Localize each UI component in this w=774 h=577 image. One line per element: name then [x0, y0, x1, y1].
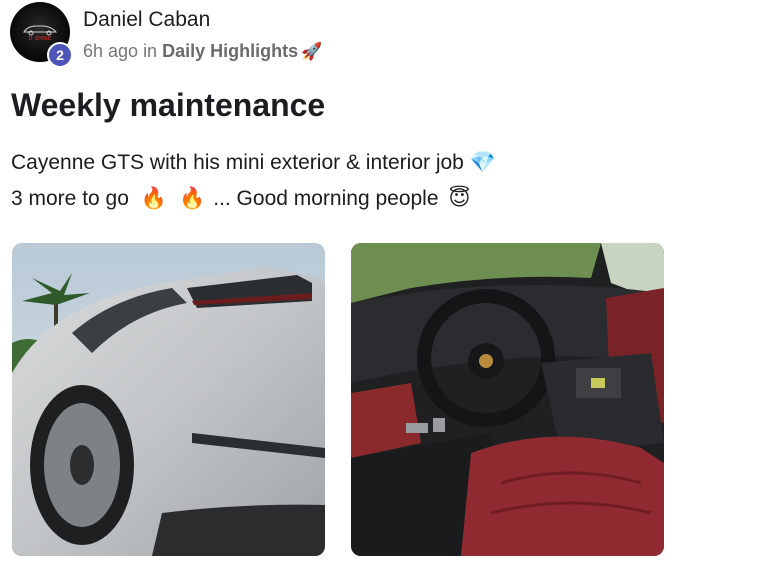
- body-text-1: Cayenne GTS with his mini exterior & int…: [11, 151, 464, 174]
- category-link[interactable]: Daily Highlights: [162, 41, 298, 62]
- post-title[interactable]: Weekly maintenance: [11, 87, 325, 124]
- fire-icon: 🔥: [179, 186, 206, 210]
- car-interior-image: [351, 243, 664, 556]
- fire-icon: 🔥: [140, 186, 168, 210]
- post-time[interactable]: 6h ago: [83, 41, 138, 62]
- smiling-face-icon: 😇: [448, 187, 471, 210]
- gem-icon: 💎: [469, 151, 496, 174]
- car-logo-icon: [23, 25, 58, 36]
- author-avatar[interactable]: D SHINE 2: [10, 2, 73, 68]
- post-body-line-2: 3 more to go 🔥 🔥 ... Good morning people…: [11, 186, 470, 211]
- post-image-1[interactable]: [12, 243, 325, 556]
- post-image-2[interactable]: [351, 243, 664, 556]
- level-badge: 2: [47, 42, 73, 68]
- logo-text: D SHINE: [28, 36, 52, 42]
- author-name[interactable]: Daniel Caban: [83, 8, 210, 32]
- body-text-2a: 3 more to go: [11, 186, 129, 210]
- car-exterior-image: [12, 243, 325, 556]
- meta-in-word: in: [143, 41, 158, 61]
- body-text-2b: ... Good morning people: [213, 186, 439, 210]
- post-header: D SHINE 2 Daniel Caban 6h ago in Daily H…: [10, 2, 710, 72]
- post-body-line-1: Cayenne GTS with his mini exterior & int…: [11, 151, 496, 175]
- rocket-icon: 🚀: [301, 41, 323, 61]
- post-meta: 6h ago in Daily Highlights 🚀: [83, 41, 322, 62]
